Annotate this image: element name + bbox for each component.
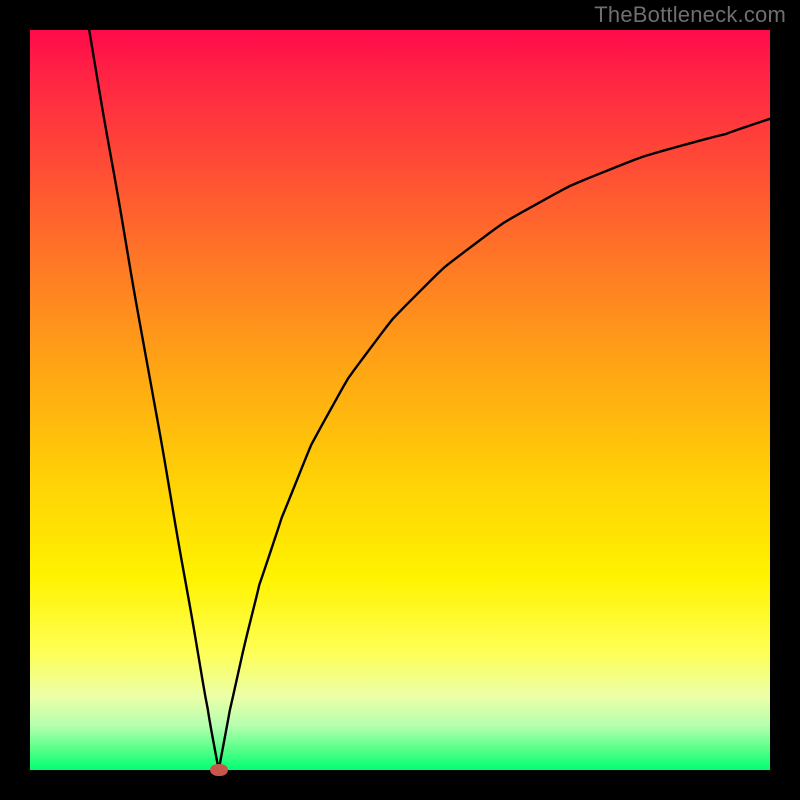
curve-svg: [30, 30, 770, 770]
plot-area: [30, 30, 770, 770]
minimum-dot: [210, 764, 228, 776]
chart-frame: TheBottleneck.com: [0, 0, 800, 800]
bottleneck-curve: [89, 30, 770, 770]
watermark-text: TheBottleneck.com: [594, 2, 786, 28]
